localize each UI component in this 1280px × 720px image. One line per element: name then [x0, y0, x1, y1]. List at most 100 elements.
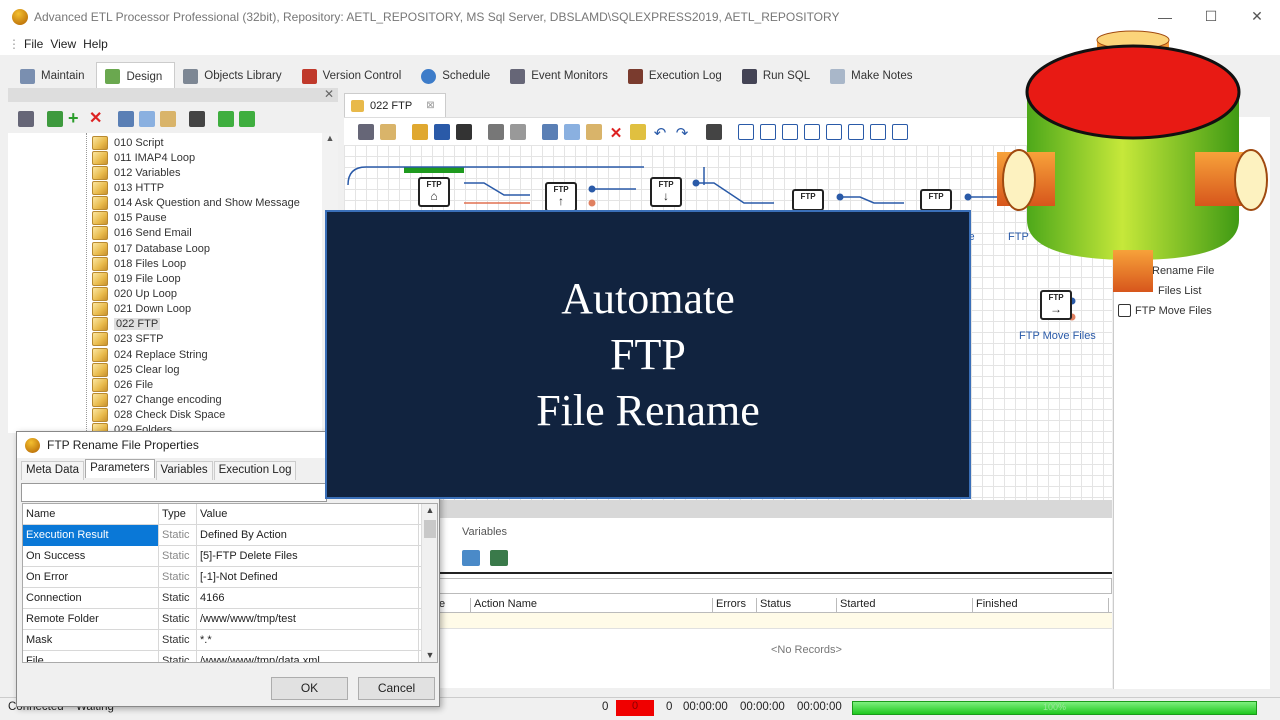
- tree-item[interactable]: 011 IMAP4 Loop: [92, 150, 195, 165]
- notes-icon[interactable]: [380, 123, 396, 140]
- table-row[interactable]: On Error Static [-1]-Not Defined: [23, 567, 423, 588]
- tab-objects-library[interactable]: Objects Library: [175, 62, 293, 90]
- ftp-node-upload[interactable]: FTP ↑: [545, 182, 577, 212]
- tree-item[interactable]: 025 Clear log: [92, 362, 179, 377]
- paste-icon[interactable]: [586, 123, 602, 140]
- delete-icon[interactable]: ✕: [89, 111, 105, 127]
- align-left-icon[interactable]: [738, 123, 754, 140]
- tab-meta-data[interactable]: Meta Data: [21, 461, 85, 480]
- save-all-icon[interactable]: [456, 123, 472, 140]
- preview-icon[interactable]: [510, 123, 526, 140]
- maximize-button[interactable]: ☐: [1188, 0, 1234, 33]
- tree-item[interactable]: 024 Replace String: [92, 347, 208, 362]
- tree-item[interactable]: 015 Pause: [92, 211, 167, 226]
- tree-item[interactable]: 012 Variables: [92, 165, 180, 180]
- tree-item[interactable]: 010 Script: [92, 135, 164, 150]
- tree-item[interactable]: 021 Down Loop: [92, 302, 191, 317]
- align-middle-icon[interactable]: [826, 123, 842, 140]
- new-icon[interactable]: [47, 111, 63, 127]
- align-bottom-icon[interactable]: [804, 123, 820, 140]
- redo-icon[interactable]: ↷: [674, 124, 690, 142]
- undo-icon[interactable]: ↶: [652, 124, 668, 142]
- table-row[interactable]: Execution Result Static Defined By Action: [23, 525, 423, 546]
- menu-file[interactable]: File: [24, 37, 43, 51]
- tab-schedule[interactable]: Schedule: [413, 62, 502, 90]
- tab-event-monitors[interactable]: Event Monitors: [502, 62, 620, 90]
- save-icon[interactable]: [434, 123, 450, 140]
- properties-icon[interactable]: [18, 111, 34, 127]
- tab-design[interactable]: Design: [96, 62, 176, 90]
- tab-variables[interactable]: Variables: [155, 461, 213, 480]
- tab-variables[interactable]: Variables: [462, 526, 507, 538]
- tree-item[interactable]: 020 Up Loop: [92, 287, 177, 302]
- align-right-icon[interactable]: [782, 123, 798, 140]
- scroll-thumb[interactable]: [424, 520, 436, 538]
- ftp-node-download[interactable]: FTP ↓: [650, 177, 682, 207]
- refresh-icon[interactable]: [462, 550, 480, 566]
- table-row[interactable]: On Success Static [5]-FTP Delete Files: [23, 546, 423, 567]
- find-icon[interactable]: [189, 111, 205, 127]
- tab-execution-log[interactable]: Execution Log: [213, 461, 297, 480]
- collapse-icon[interactable]: [239, 111, 255, 127]
- table-row[interactable]: Connection Static 4166: [23, 588, 423, 609]
- minimize-button[interactable]: —: [1142, 0, 1188, 33]
- tree-item[interactable]: 022 FTP: [92, 317, 161, 332]
- cut-icon[interactable]: [118, 111, 134, 127]
- tree-item[interactable]: 027 Change encoding: [92, 393, 222, 408]
- add-icon[interactable]: +: [68, 109, 84, 127]
- cancel-button[interactable]: Cancel: [358, 677, 435, 700]
- tab-parameters[interactable]: Parameters: [85, 459, 155, 478]
- tree-item[interactable]: 018 Files Loop: [92, 256, 186, 271]
- filter-field[interactable]: [436, 578, 1112, 594]
- scroll-up-icon[interactable]: ▲: [422, 505, 437, 515]
- menu-view[interactable]: View: [50, 37, 76, 51]
- tree-item[interactable]: 017 Database Loop: [92, 241, 210, 256]
- ftp-node-delete[interactable]: FTP: [920, 189, 952, 211]
- copy-icon[interactable]: [564, 123, 580, 140]
- table-row[interactable]: Remote Folder Static/www/www/tmp/test: [23, 609, 423, 630]
- table-row[interactable]: File Static/www/www/tmp/data.xml: [23, 651, 423, 662]
- tab-022-ftp[interactable]: 022 FTP ⊠: [344, 93, 446, 117]
- left-panel-close-icon[interactable]: ✕: [324, 87, 334, 101]
- cut-icon[interactable]: [542, 123, 558, 140]
- table-scrollbar[interactable]: ▲ ▼: [421, 504, 437, 662]
- image-icon[interactable]: [490, 550, 508, 566]
- ok-button[interactable]: OK: [271, 677, 348, 700]
- tree-item[interactable]: 016 Send Email: [92, 226, 192, 241]
- tab-close-icon[interactable]: ⊠: [426, 100, 434, 111]
- table-row[interactable]: Mask Static *.*: [23, 630, 423, 651]
- tree-item[interactable]: 014 Ask Question and Show Message: [92, 196, 300, 211]
- copy-icon[interactable]: [139, 111, 155, 127]
- tab-version-control[interactable]: Version Control: [294, 62, 414, 90]
- align-center-icon[interactable]: [760, 123, 776, 140]
- tab-maintain[interactable]: Maintain: [12, 62, 96, 90]
- ftp-node-list[interactable]: FTP ⌂: [418, 177, 450, 207]
- menu-help[interactable]: Help: [83, 37, 108, 51]
- tree-item[interactable]: 023 SFTP: [92, 332, 164, 347]
- space-icon[interactable]: [870, 123, 886, 140]
- tree-item[interactable]: 019 File Loop: [92, 271, 181, 286]
- find-icon[interactable]: [706, 123, 722, 140]
- close-button[interactable]: ✕: [1234, 0, 1280, 33]
- print-icon[interactable]: [488, 123, 504, 140]
- ftp-node-rename[interactable]: FTP: [792, 189, 824, 211]
- tab-run-sql[interactable]: Run SQL: [734, 62, 822, 90]
- grid-icon[interactable]: [892, 123, 908, 140]
- tree-item[interactable]: 028 Check Disk Space: [92, 408, 225, 423]
- log-grid-row[interactable]: [436, 613, 1112, 629]
- tab-execution-log[interactable]: Execution Log: [620, 62, 734, 90]
- clear-icon[interactable]: [630, 123, 646, 140]
- properties-icon[interactable]: [358, 123, 374, 140]
- scroll-down-icon[interactable]: ▼: [422, 650, 437, 660]
- dialog-search-field[interactable]: [21, 483, 327, 502]
- open-icon[interactable]: [412, 123, 428, 140]
- delete-icon[interactable]: ✕: [608, 124, 624, 142]
- tree-item[interactable]: 026 File: [92, 377, 153, 392]
- align-top-icon[interactable]: [848, 123, 864, 140]
- scroll-up-icon[interactable]: ▲: [322, 133, 338, 143]
- paste-icon[interactable]: [160, 111, 176, 127]
- tree-item[interactable]: 013 HTTP: [92, 180, 164, 195]
- tab-make-notes[interactable]: Make Notes: [822, 62, 924, 90]
- expand-icon[interactable]: [218, 111, 234, 127]
- package-icon: [92, 165, 108, 180]
